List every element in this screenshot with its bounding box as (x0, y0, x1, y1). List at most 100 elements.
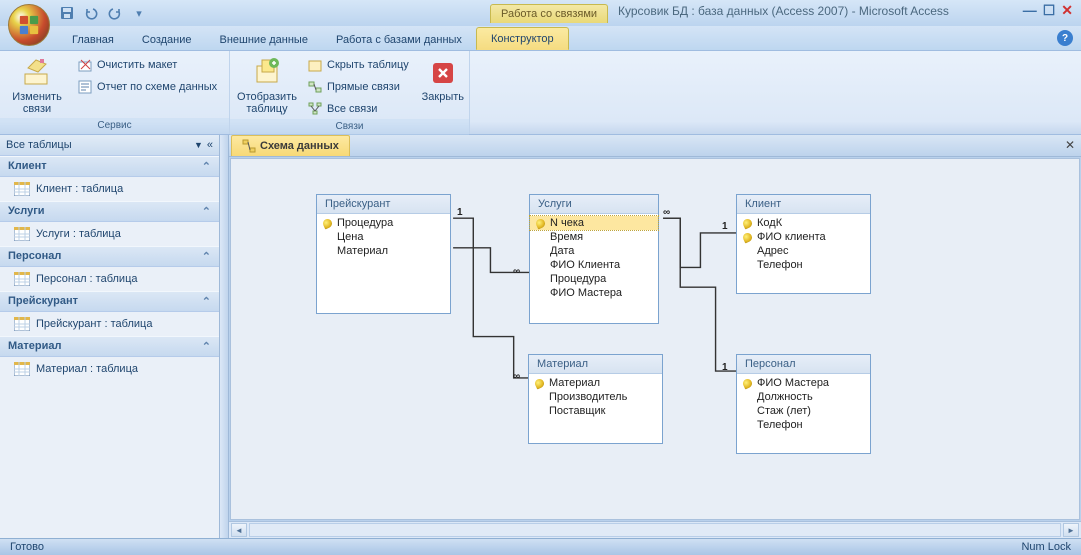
office-button[interactable] (8, 4, 50, 46)
field[interactable]: Время (530, 230, 658, 244)
field[interactable]: ФИО Клиента (530, 258, 658, 272)
tab-create[interactable]: Создание (128, 29, 206, 50)
table-icon (14, 182, 30, 196)
nav-shutter-bar[interactable] (220, 135, 229, 538)
close-document-button[interactable]: ✕ (1063, 138, 1077, 152)
nav-category-services[interactable]: Услуги⌃ (0, 201, 219, 222)
field[interactable]: Стаж (лет) (737, 404, 870, 418)
table-pricelist-header[interactable]: Прейскурант (317, 195, 450, 214)
field[interactable]: Материал (317, 244, 450, 258)
field[interactable]: ФИО клиента (737, 230, 870, 244)
nav-item-material-table[interactable]: Материал : таблица (0, 357, 219, 381)
nav-item-staff-table[interactable]: Персонал : таблица (0, 267, 219, 291)
table-services[interactable]: Услуги N чека Время Дата ФИО Клиента Про… (529, 194, 659, 324)
edit-relationships-icon (21, 57, 53, 89)
edit-relationships-button[interactable]: Изменить связи (6, 55, 68, 117)
tab-database-tools[interactable]: Работа с базами данных (322, 29, 476, 50)
document-area: Схема данных ✕ 1 ∞ ∞ ∞ 1 1 Прей (229, 135, 1081, 538)
ribbon-tabs: Главная Создание Внешние данные Работа с… (0, 26, 1081, 51)
table-staff-header[interactable]: Персонал (737, 355, 870, 374)
table-material[interactable]: Материал Материал Производитель Поставщи… (528, 354, 663, 444)
navigation-pane: Все таблицы ▼« Клиент⌃ Клиент : таблица … (0, 135, 220, 538)
collapse-icon[interactable]: ⌃ (202, 340, 211, 353)
field[interactable]: N чека (530, 216, 658, 230)
relationships-icon (242, 139, 256, 153)
field[interactable]: Материал (529, 376, 662, 390)
schema-report-icon (77, 79, 93, 95)
status-numlock: Num Lock (1021, 541, 1071, 553)
close-relationships-button[interactable]: Закрыть (418, 55, 468, 105)
redo-icon[interactable] (106, 4, 124, 22)
nav-item-client-table[interactable]: Клиент : таблица (0, 177, 219, 201)
nav-category-pricelist[interactable]: Прейскурант⌃ (0, 291, 219, 312)
nav-category-client[interactable]: Клиент⌃ (0, 156, 219, 177)
table-client[interactable]: Клиент КодК ФИО клиента Адрес Телефон (736, 194, 871, 294)
all-links-icon (307, 101, 323, 117)
nav-item-services-table[interactable]: Услуги : таблица (0, 222, 219, 246)
maximize-button[interactable]: ☐ (1043, 2, 1056, 19)
status-text: Готово (10, 541, 44, 553)
table-icon (14, 362, 30, 376)
table-icon (14, 317, 30, 331)
schema-report-button[interactable]: Отчет по схеме данных (74, 77, 220, 97)
scroll-right-icon[interactable]: ► (1063, 523, 1079, 537)
field[interactable]: Процедура (317, 216, 450, 230)
horizontal-scrollbar[interactable]: ◄ ► (229, 521, 1081, 538)
field[interactable]: Должность (737, 390, 870, 404)
field[interactable]: ФИО Мастера (530, 286, 658, 300)
field[interactable]: Цена (317, 230, 450, 244)
field[interactable]: Телефон (737, 258, 870, 272)
table-material-header[interactable]: Материал (529, 355, 662, 374)
undo-icon[interactable] (82, 4, 100, 22)
field[interactable]: Телефон (737, 418, 870, 432)
close-window-button[interactable]: ✕ (1061, 2, 1073, 19)
collapse-icon[interactable]: ⌃ (202, 205, 211, 218)
direct-links-button[interactable]: Прямые связи (304, 77, 412, 97)
ribbon-group-links: Связи (230, 119, 469, 135)
field[interactable]: КодК (737, 216, 870, 230)
context-tab-label: Работа со связями (490, 4, 608, 23)
clear-layout-button[interactable]: Очистить макет (74, 55, 220, 75)
show-table-icon (251, 57, 283, 89)
all-links-button[interactable]: Все связи (304, 99, 412, 119)
help-button[interactable]: ? (1057, 30, 1073, 46)
field[interactable]: Производитель (529, 390, 662, 404)
document-tabs: Схема данных ✕ (229, 135, 1081, 157)
field[interactable]: Процедура (530, 272, 658, 286)
tab-home[interactable]: Главная (58, 29, 128, 50)
nav-item-pricelist-table[interactable]: Прейскурант : таблица (0, 312, 219, 336)
collapse-icon[interactable]: ⌃ (202, 160, 211, 173)
field[interactable]: ФИО Мастера (737, 376, 870, 390)
work-area: Все таблицы ▼« Клиент⌃ Клиент : таблица … (0, 135, 1081, 538)
table-icon (14, 227, 30, 241)
table-staff[interactable]: Персонал ФИО Мастера Должность Стаж (лет… (736, 354, 871, 454)
field[interactable]: Дата (530, 244, 658, 258)
minimize-button[interactable]: — (1023, 2, 1037, 19)
collapse-pane-icon[interactable]: « (207, 139, 213, 151)
scroll-left-icon[interactable]: ◄ (231, 523, 247, 537)
field[interactable]: Адрес (737, 244, 870, 258)
chevron-down-icon[interactable]: ▼ (194, 140, 203, 150)
scroll-track[interactable] (249, 523, 1061, 537)
table-client-header[interactable]: Клиент (737, 195, 870, 214)
qat-dropdown-icon[interactable]: ▾ (130, 4, 148, 22)
table-pricelist[interactable]: Прейскурант Процедура Цена Материал (316, 194, 451, 314)
collapse-icon[interactable]: ⌃ (202, 295, 211, 308)
hide-table-button[interactable]: Скрыть таблицу (304, 55, 412, 75)
tab-external-data[interactable]: Внешние данные (206, 29, 322, 50)
show-table-button[interactable]: Отобразить таблицу (236, 55, 298, 117)
doc-tab-schema[interactable]: Схема данных (231, 135, 350, 156)
direct-links-icon (307, 79, 323, 95)
save-icon[interactable] (58, 4, 76, 22)
title-bar: ▾ Работа со связями Курсовик БД : база д… (0, 0, 1081, 26)
relationships-canvas[interactable]: 1 ∞ ∞ ∞ 1 1 Прейскурант Процедура Цена М… (230, 158, 1080, 520)
window-title: Курсовик БД : база данных (Access 2007) … (618, 4, 949, 18)
nav-pane-header[interactable]: Все таблицы ▼« (0, 135, 219, 156)
field[interactable]: Поставщик (529, 404, 662, 418)
tab-constructor[interactable]: Конструктор (476, 27, 569, 50)
collapse-icon[interactable]: ⌃ (202, 250, 211, 263)
status-bar: Готово Num Lock (0, 538, 1081, 555)
nav-category-staff[interactable]: Персонал⌃ (0, 246, 219, 267)
table-services-header[interactable]: Услуги (530, 195, 658, 214)
nav-category-material[interactable]: Материал⌃ (0, 336, 219, 357)
